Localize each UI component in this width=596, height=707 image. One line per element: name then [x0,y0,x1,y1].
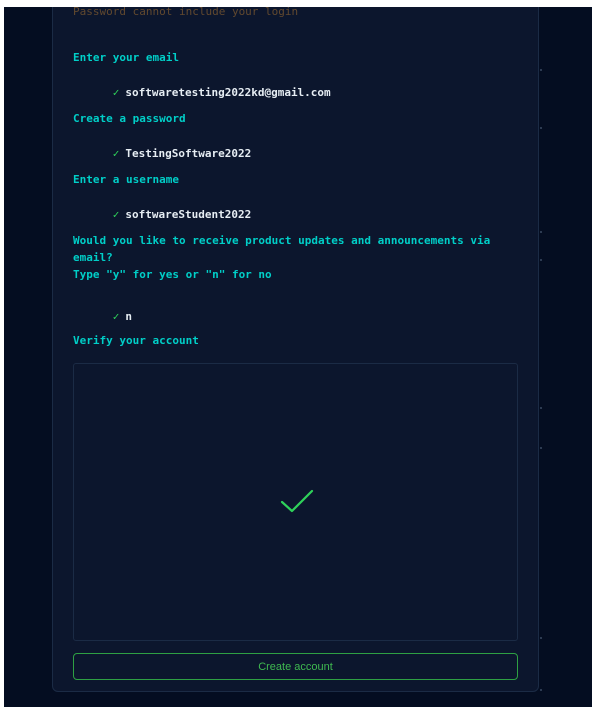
updates-prompt-line2: email? [73,251,113,264]
password-answer[interactable]: ✓ TestingSoftware2022 [73,133,251,175]
email-answer[interactable]: ✓ softwaretesting2022kd@gmail.com [73,72,331,114]
background-star [540,69,542,71]
background-star [540,447,542,449]
background-star [540,637,542,639]
verify-prompt: Verify your account [73,334,199,347]
email-prompt: Enter your email [73,51,179,64]
create-account-button[interactable]: Create account [73,653,518,680]
updates-value: n [125,310,132,323]
background-star [540,259,542,261]
check-icon [280,489,314,513]
username-answer[interactable]: ✓ softwareStudent2022 [73,194,251,236]
verification-box[interactable] [73,363,518,641]
background-star [540,127,542,129]
check-icon: ✓ [112,86,120,99]
background-star [540,407,542,409]
username-prompt: Enter a username [73,173,179,186]
password-prompt: Create a password [73,112,186,125]
check-icon: ✓ [112,147,120,160]
app-frame: Password cannot include your login Enter… [4,7,592,707]
updates-answer[interactable]: ✓ n [73,296,132,338]
password-rule-notice: Password cannot include your login [73,7,299,18]
check-icon: ✓ [112,208,120,221]
check-icon: ✓ [112,310,120,323]
signup-form-panel: Password cannot include your login Enter… [52,7,539,692]
password-value: TestingSoftware2022 [125,147,252,160]
background-star [540,689,542,691]
email-value: softwaretesting2022kd@gmail.com [125,86,331,99]
username-value: softwareStudent2022 [125,208,252,221]
background-star [540,231,542,233]
updates-prompt-line1: Would you like to receive product update… [73,234,491,247]
updates-prompt-line3: Type "y" for yes or "n" for no [73,268,272,281]
